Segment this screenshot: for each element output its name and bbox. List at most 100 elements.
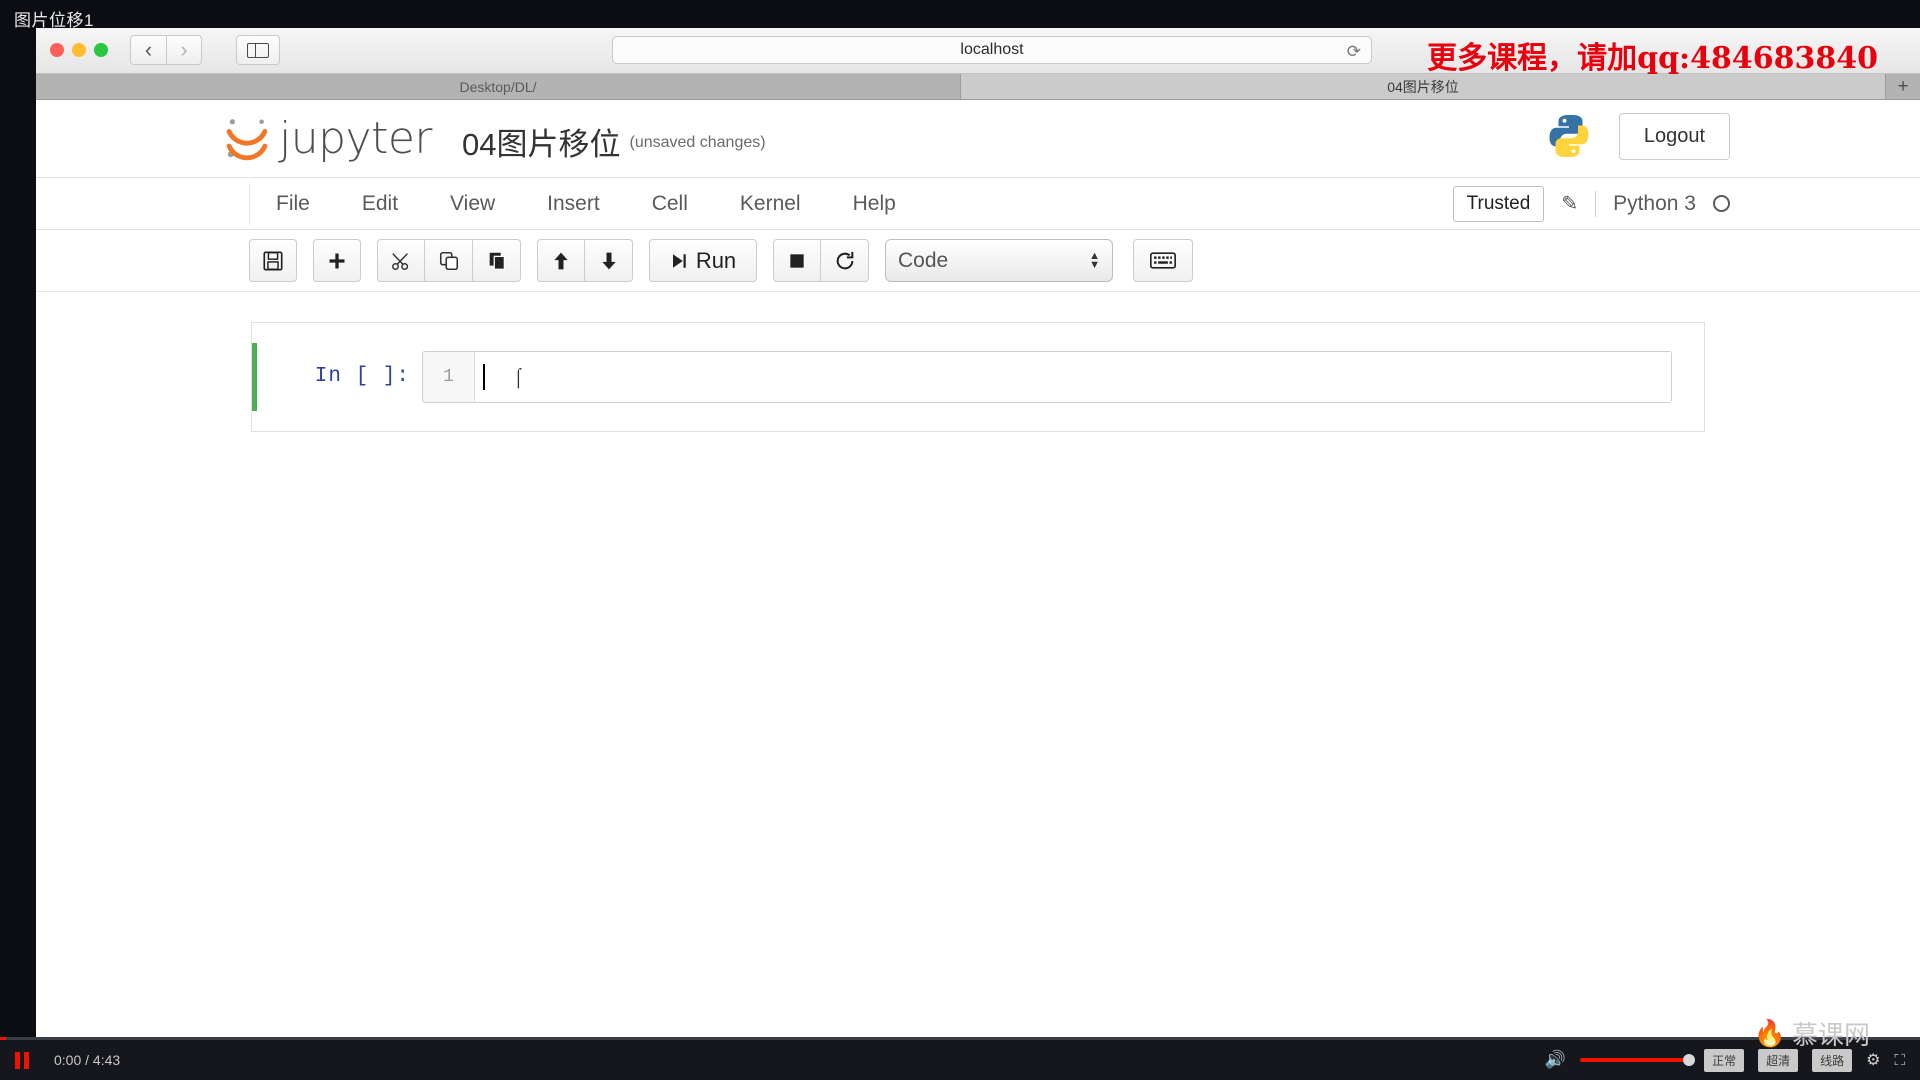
notebook-cell-container: In [ ]: 1 ⌠ <box>251 322 1705 432</box>
menu-right-controls: Trusted ✎ Python 3 <box>1452 185 1730 222</box>
sidebar-toggle-icon[interactable] <box>236 35 280 65</box>
run-button[interactable]: Run <box>649 239 757 282</box>
menu-bar: File Edit View Insert Cell Kernel Help T… <box>36 178 1920 230</box>
volume-icon[interactable]: 🔊 <box>1545 1050 1566 1070</box>
kernel-idle-circle-icon <box>1713 195 1730 212</box>
notebook-toolbar: Run Code ▲ ▼ <box>36 230 1920 292</box>
line-number: 1 <box>423 352 475 402</box>
navigation-buttons: ‹ › <box>130 35 202 65</box>
new-tab-button[interactable]: + <box>1886 74 1920 99</box>
tab-desktop-dl[interactable]: Desktop/DL/ <box>36 74 961 99</box>
scissors-icon[interactable] <box>377 239 425 282</box>
tab-bar: Desktop/DL/ 04图片移位 + <box>36 74 1920 100</box>
close-window-button[interactable] <box>50 43 64 57</box>
url-text: localhost <box>960 41 1024 58</box>
insert-group <box>313 239 361 282</box>
code-input-area[interactable]: 1 ⌠ <box>422 351 1672 403</box>
tab-label: 04图片移位 <box>1387 78 1459 95</box>
run-icon <box>672 253 686 268</box>
menu-cell[interactable]: Cell <box>626 183 714 225</box>
pause-button[interactable] <box>0 1051 44 1069</box>
ibeam-cursor-icon: ⌠ <box>513 366 524 387</box>
quality-normal-button[interactable]: 正常 <box>1704 1048 1745 1072</box>
volume-slider[interactable] <box>1580 1054 1696 1066</box>
video-progress-fill <box>0 1037 6 1040</box>
back-icon[interactable]: ‹ <box>130 35 166 65</box>
code-editor-line[interactable]: ⌠ <box>475 352 1671 402</box>
menu-view[interactable]: View <box>424 183 521 225</box>
notebook-body: In [ ]: 1 ⌠ <box>36 292 1920 432</box>
kernel-name-label: Python 3 <box>1613 191 1696 215</box>
arrow-down-icon[interactable] <box>585 239 633 282</box>
reload-icon[interactable]: ⟳ <box>1347 42 1361 62</box>
stop-square-icon[interactable] <box>773 239 821 282</box>
notebook-title[interactable]: 04图片移位 <box>462 113 620 164</box>
jupyter-wordmark: jupyter <box>279 112 433 164</box>
imooc-branding: 🔥 慕课网 <box>1754 1015 1870 1052</box>
floppy-disk-glyph <box>263 250 283 271</box>
paste-icon[interactable] <box>473 239 521 282</box>
pause-bar-left <box>15 1051 20 1069</box>
keyboard-glyph <box>1150 252 1176 269</box>
menu-edit[interactable]: Edit <box>336 183 424 225</box>
run-label: Run <box>695 247 737 273</box>
gear-icon[interactable]: ⚙ <box>1866 1050 1880 1070</box>
floppy-disk-icon[interactable] <box>249 239 297 282</box>
menu-items: File Edit View Insert Cell Kernel Help <box>249 182 922 225</box>
menu-file[interactable]: File <box>250 183 336 225</box>
arrow-up-icon[interactable] <box>537 239 585 282</box>
arrow-up-glyph <box>554 252 568 269</box>
flame-icon: 🔥 <box>1753 1018 1786 1048</box>
menu-kernel[interactable]: Kernel <box>714 183 827 225</box>
kernel-control-group <box>773 239 869 282</box>
cell-type-value: Code <box>898 248 949 272</box>
pause-bar-right <box>24 1051 29 1069</box>
jupyter-header: jupyter 04图片移位 (unsaved changes) Logout <box>36 100 1920 178</box>
video-player-page: 图片位移1 ‹ › localhost ⟳ Desktop/DL/ 04图片移位… <box>0 0 1920 1080</box>
stop-glyph <box>790 253 804 268</box>
trusted-badge[interactable]: Trusted <box>1452 185 1545 222</box>
menu-insert[interactable]: Insert <box>521 183 626 225</box>
menu-help[interactable]: Help <box>827 183 922 225</box>
restart-icon[interactable] <box>821 239 869 282</box>
save-group <box>249 239 297 282</box>
forward-icon[interactable]: › <box>166 35 202 65</box>
tab-label: Desktop/DL/ <box>459 78 537 95</box>
restart-glyph <box>836 251 853 269</box>
menu-divider <box>1595 190 1597 217</box>
minimize-window-button[interactable] <box>72 43 86 57</box>
logout-button[interactable]: Logout <box>1618 112 1730 160</box>
scissors-glyph <box>392 252 409 270</box>
imooc-label: 慕课网 <box>1791 1020 1870 1050</box>
maximize-window-button[interactable] <box>94 43 108 57</box>
paste-glyph <box>489 252 505 270</box>
sidebar-glyph <box>247 42 269 58</box>
cell-type-select[interactable]: Code ▲ ▼ <box>885 239 1113 282</box>
time-display: 0:00 / 4:43 <box>54 1052 121 1068</box>
jupyter-brand[interactable]: jupyter 04图片移位 (unsaved changes) <box>221 112 766 164</box>
jupyter-logo-icon <box>226 119 268 161</box>
qq-watermark: 更多课程，请加qq:484683840 <box>1427 41 1878 76</box>
window-traffic-lights <box>50 43 108 57</box>
tab-notebook[interactable]: 04图片移位 <box>961 74 1886 99</box>
clipboard-group <box>377 239 521 282</box>
address-bar[interactable]: localhost ⟳ <box>612 36 1372 64</box>
volume-knob[interactable] <box>1683 1054 1696 1066</box>
copy-icon[interactable] <box>425 239 473 282</box>
video-player-bar: 0:00 / 4:43 🔊 正常 超清 线路 ⚙ ⛶ <box>0 1037 1920 1080</box>
header-right-controls: Logout <box>1545 112 1730 160</box>
copy-glyph <box>439 251 458 270</box>
browser-window: ‹ › localhost ⟳ Desktop/DL/ 04图片移位 + jup… <box>36 28 1920 1041</box>
move-group <box>537 239 633 282</box>
pencil-icon[interactable]: ✎ <box>1561 191 1578 216</box>
fullscreen-icon[interactable]: ⛶ <box>1894 1052 1904 1069</box>
run-group: Run <box>649 239 757 282</box>
code-cell[interactable]: In [ ]: 1 ⌠ <box>252 343 1704 411</box>
chevron-updown-icon: ▲ ▼ <box>1089 249 1100 271</box>
keyboard-icon[interactable] <box>1133 239 1193 282</box>
python-logo-icon <box>1549 115 1589 157</box>
save-status-label: (unsaved changes) <box>629 134 766 151</box>
plus-icon[interactable] <box>313 239 361 282</box>
jupyter-notebook-page: jupyter 04图片移位 (unsaved changes) Logout … <box>36 100 1920 1041</box>
video-progress-bar[interactable] <box>0 1037 1920 1040</box>
